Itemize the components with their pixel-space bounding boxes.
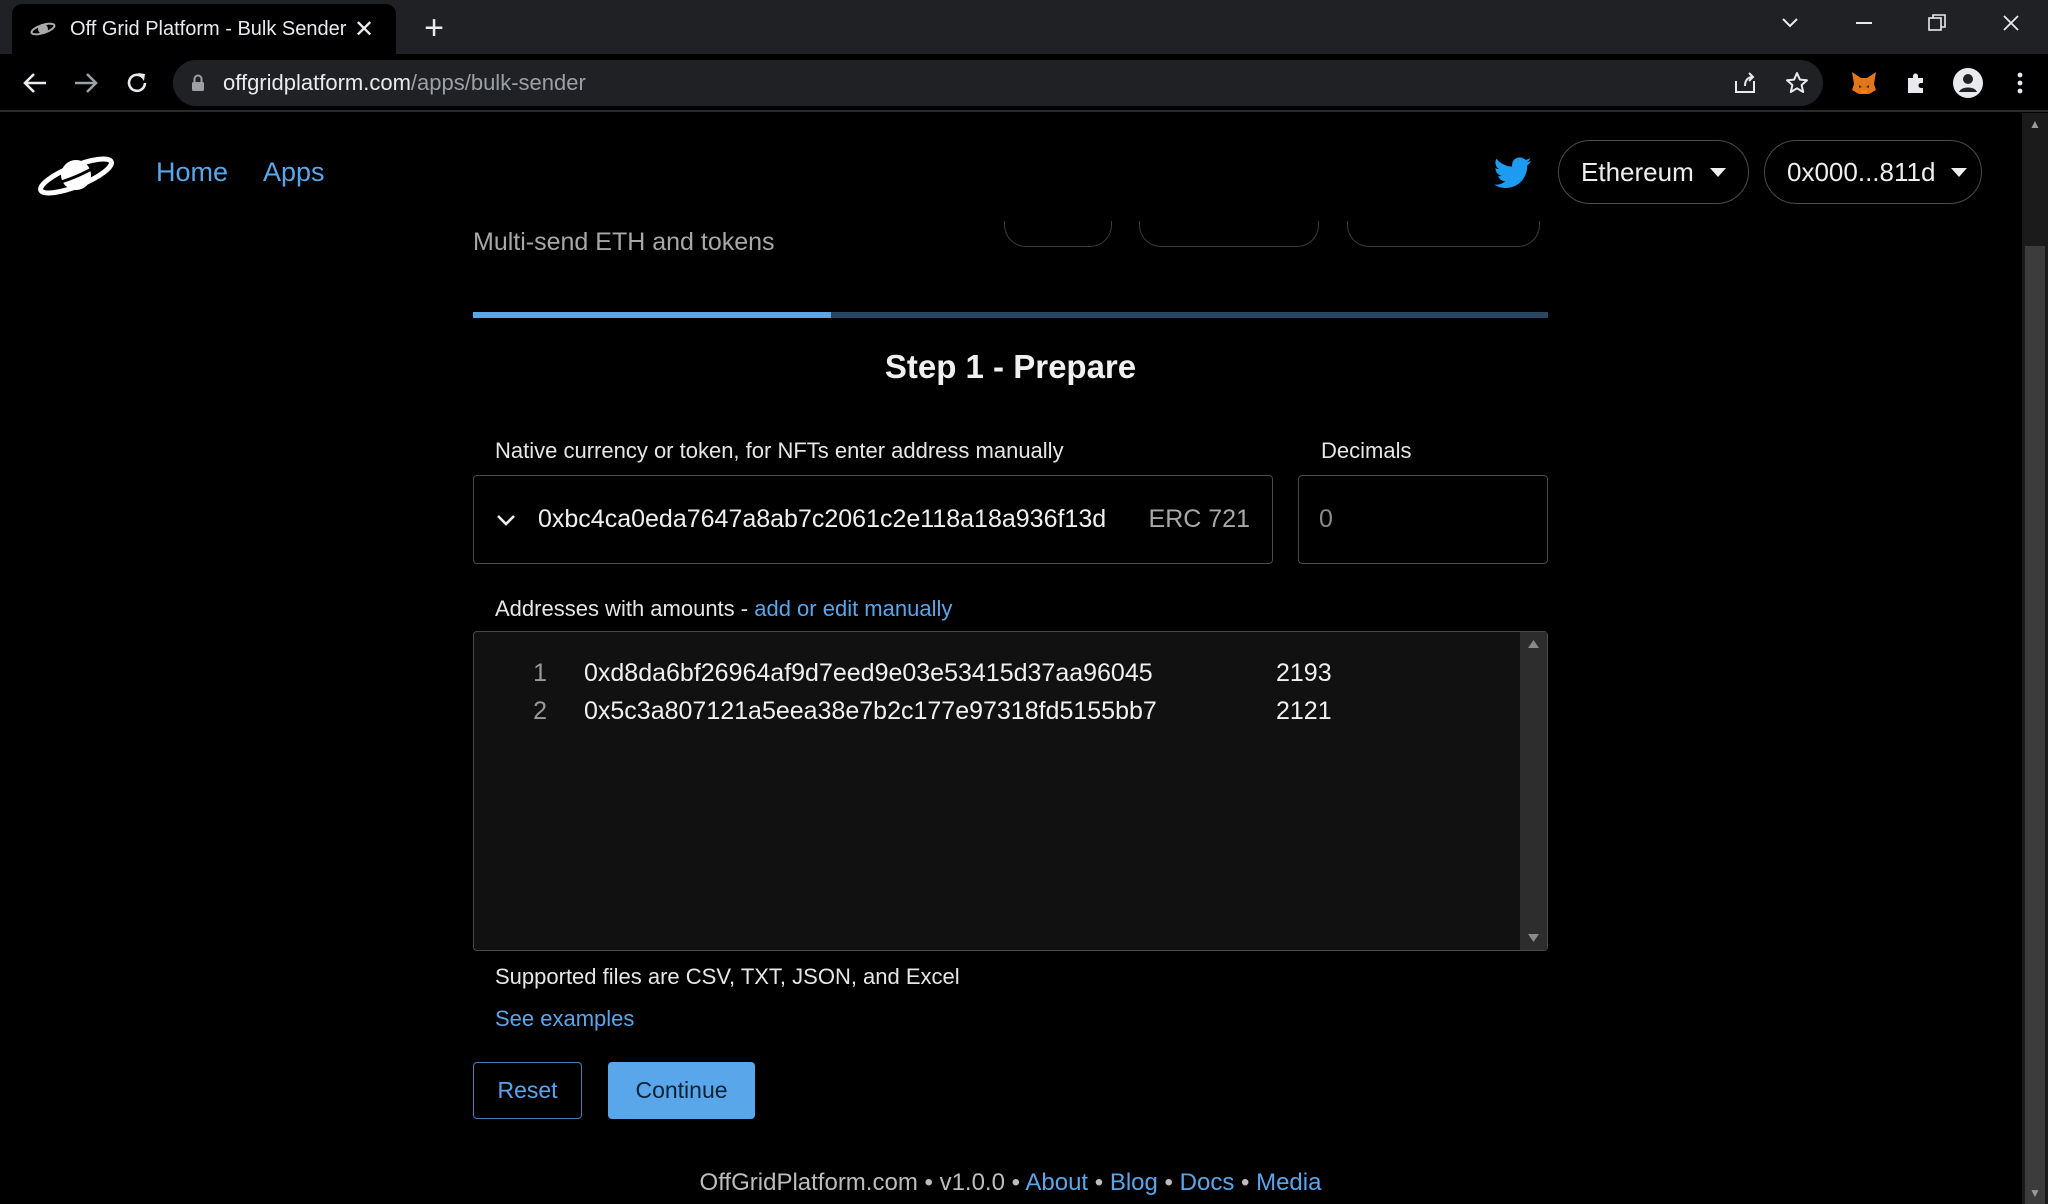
nav-home-link[interactable]: Home bbox=[156, 157, 228, 188]
browser-menu-icon[interactable] bbox=[1994, 60, 2046, 106]
new-tab-icon[interactable]: + bbox=[414, 8, 454, 48]
editor-line: 1 0xd8da6bf26964af9d7eed9e03e53415d37aa9… bbox=[474, 654, 1514, 692]
decimals-value: 0 bbox=[1319, 505, 1333, 533]
token-label: Native currency or token, for NFTs enter… bbox=[495, 438, 1064, 463]
forward-icon[interactable] bbox=[66, 63, 106, 103]
step-progress-bar bbox=[473, 312, 1548, 318]
close-window-icon[interactable] bbox=[1975, 0, 2047, 46]
editor-scrollbar[interactable] bbox=[1520, 632, 1547, 950]
footer-site: OffGridPlatform.com bbox=[699, 1169, 918, 1196]
saturn-logo-icon[interactable] bbox=[36, 149, 116, 201]
account-label: 0x000...811d bbox=[1787, 156, 1936, 187]
footer-blog-link[interactable]: Blog bbox=[1110, 1169, 1158, 1196]
account-selector[interactable]: 0x000...811d bbox=[1764, 140, 1982, 204]
page-content: Home Apps Ethereum 0x000...811d Multi-se… bbox=[0, 113, 2048, 1204]
caret-down-icon bbox=[1709, 167, 1726, 177]
restore-icon[interactable] bbox=[1901, 0, 1973, 46]
minimize-icon[interactable] bbox=[1828, 0, 1900, 46]
scroll-up-icon[interactable] bbox=[1528, 640, 1539, 648]
bookmark-star-icon[interactable] bbox=[1771, 60, 1823, 106]
scroll-down-icon[interactable]: ▼ bbox=[2022, 1182, 2048, 1204]
twitter-icon[interactable] bbox=[1494, 157, 1532, 189]
tab-search-icon[interactable] bbox=[1754, 0, 1826, 46]
token-select[interactable]: 0xbc4ca0eda7647a8ab7c2061c2e118a18a936f1… bbox=[473, 475, 1273, 564]
scroll-up-icon[interactable]: ▲ bbox=[2022, 113, 2048, 135]
browser-tabstrip: Off Grid Platform - Bulk Sender ✕ + bbox=[0, 0, 2048, 54]
decimals-input[interactable]: 0 bbox=[1298, 475, 1548, 564]
addresses-label: Addresses with amounts - add or edit man… bbox=[495, 596, 953, 621]
share-icon[interactable] bbox=[1719, 60, 1771, 106]
page-subtitle: Multi-send ETH and tokens bbox=[473, 228, 775, 256]
reload-icon[interactable] bbox=[117, 63, 157, 103]
recipient-address: 0x5c3a807121a5eea38e7b2c177e97318fd5155b… bbox=[584, 696, 1157, 725]
footer-media-link[interactable]: Media bbox=[1256, 1169, 1321, 1196]
progress-fill bbox=[473, 312, 831, 318]
network-selector[interactable]: Ethereum bbox=[1558, 140, 1749, 204]
tab-close-icon[interactable]: ✕ bbox=[350, 15, 378, 44]
recipient-amount: 2121 bbox=[1276, 696, 1332, 725]
recipient-amount: 2193 bbox=[1276, 658, 1332, 687]
scrollbar-thumb[interactable] bbox=[2025, 246, 2045, 1204]
addresses-editor[interactable]: 1 0xd8da6bf26964af9d7eed9e03e53415d37aa9… bbox=[473, 631, 1548, 951]
extensions-puzzle-icon[interactable] bbox=[1890, 60, 1942, 106]
decimals-label: Decimals bbox=[1321, 438, 1412, 463]
footer-docs-link[interactable]: Docs bbox=[1180, 1169, 1235, 1196]
metamask-fox-icon[interactable] bbox=[1838, 60, 1890, 106]
footer: OffGridPlatform.com • v1.0.0 • About • B… bbox=[699, 1169, 1322, 1196]
token-standard-badge: ERC 721 bbox=[1148, 505, 1250, 533]
network-label: Ethereum bbox=[1581, 156, 1694, 187]
reset-button[interactable]: Reset bbox=[473, 1062, 582, 1119]
back-icon[interactable] bbox=[15, 63, 55, 103]
chevron-down-icon[interactable] bbox=[496, 513, 516, 527]
line-number: 2 bbox=[533, 696, 547, 725]
partially-hidden-button[interactable] bbox=[1139, 221, 1319, 247]
supported-files-text: Supported files are CSV, TXT, JSON, and … bbox=[495, 964, 960, 989]
caret-down-icon bbox=[1951, 167, 1968, 177]
editor-line: 2 0x5c3a807121a5eea38e7b2c177e97318fd515… bbox=[474, 692, 1514, 730]
lock-icon[interactable] bbox=[191, 74, 205, 92]
line-number: 1 bbox=[533, 658, 547, 687]
token-address: 0xbc4ca0eda7647a8ab7c2061c2e118a18a936f1… bbox=[538, 505, 1107, 533]
scroll-down-icon[interactable] bbox=[1528, 934, 1539, 942]
footer-version: v1.0.0 bbox=[939, 1169, 1005, 1196]
edit-manually-link[interactable]: add or edit manually bbox=[754, 596, 952, 621]
page-scrollbar[interactable]: ▲ ▼ bbox=[2022, 113, 2048, 1204]
browser-tab[interactable]: Off Grid Platform - Bulk Sender ✕ bbox=[12, 4, 396, 54]
see-examples-link[interactable]: See examples bbox=[495, 1006, 634, 1032]
nav-apps-link[interactable]: Apps bbox=[263, 157, 325, 188]
address-bar[interactable]: offgridplatform.com/apps/bulk-sender bbox=[173, 60, 1823, 106]
partially-hidden-button[interactable] bbox=[1347, 221, 1540, 247]
footer-about-link[interactable]: About bbox=[1025, 1169, 1088, 1196]
browser-toolbar: offgridplatform.com/apps/bulk-sender bbox=[0, 54, 2048, 112]
url-text: offgridplatform.com/apps/bulk-sender bbox=[223, 70, 586, 95]
tab-title: Off Grid Platform - Bulk Sender bbox=[70, 17, 347, 40]
saturn-favicon-icon bbox=[30, 22, 56, 36]
profile-icon[interactable] bbox=[1942, 60, 1994, 106]
continue-button[interactable]: Continue bbox=[608, 1062, 755, 1119]
recipient-address: 0xd8da6bf26964af9d7eed9e03e53415d37aa960… bbox=[584, 658, 1153, 687]
step-title: Step 1 - Prepare bbox=[884, 348, 1137, 385]
partially-hidden-button[interactable] bbox=[1004, 221, 1112, 247]
